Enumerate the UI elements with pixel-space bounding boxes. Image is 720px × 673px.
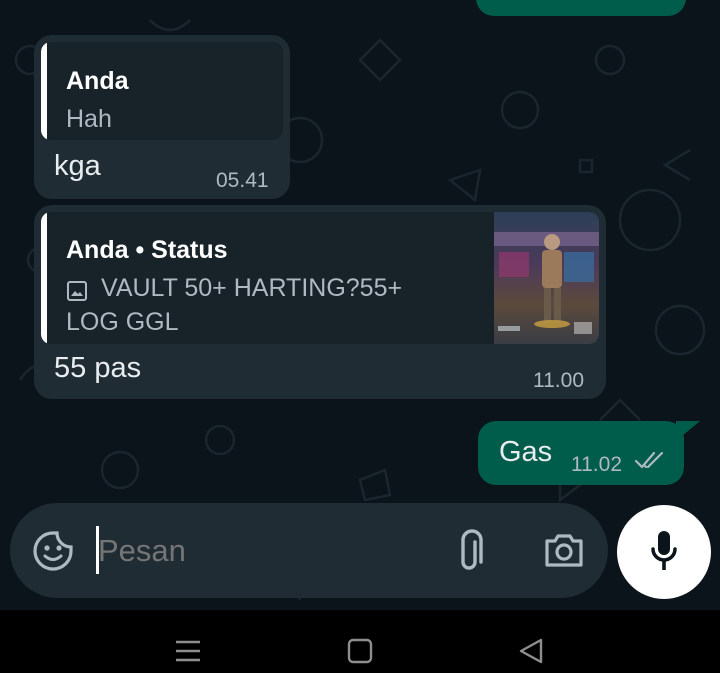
- mic-icon: [650, 529, 678, 575]
- bubble-tail: [676, 421, 700, 441]
- quote-accent-bar: [41, 42, 47, 140]
- mic-button[interactable]: [617, 505, 711, 599]
- chat-area[interactable]: Anda Hah kga 05.41 Anda • Status VAULT 5…: [0, 0, 720, 610]
- message-text: 55 pas: [54, 352, 142, 384]
- sticker-icon[interactable]: [32, 530, 74, 572]
- quote-text: Hah: [66, 105, 112, 133]
- quote-sender-name: Anda: [66, 67, 129, 95]
- image-icon: [66, 280, 88, 302]
- home-icon[interactable]: [347, 638, 373, 664]
- back-icon[interactable]: [517, 637, 545, 665]
- message-input[interactable]: [96, 525, 420, 577]
- quote-text-line-1: VAULT 50+ HARTING?55+: [101, 274, 403, 302]
- message-time: 05.41: [216, 169, 269, 192]
- incoming-message-2[interactable]: Anda • Status VAULT 50+ HARTING?55+ LOG …: [34, 205, 606, 399]
- quote-text-line-2: LOG GGL: [66, 308, 179, 336]
- system-navigation-bar: [0, 610, 720, 673]
- quote-accent-bar: [41, 212, 47, 344]
- incoming-message-1[interactable]: Anda Hah kga 05.41: [34, 35, 290, 199]
- message-time: 11.02: [571, 453, 622, 476]
- quote-sender-name: Anda • Status: [66, 236, 228, 264]
- message-text: Gas: [499, 436, 553, 468]
- menu-icon[interactable]: [175, 639, 201, 663]
- message-composer[interactable]: [10, 503, 608, 598]
- paperclip-icon[interactable]: [455, 528, 489, 574]
- previous-outgoing-bubble[interactable]: [476, 0, 686, 16]
- status-thumbnail[interactable]: [494, 212, 599, 344]
- outgoing-message[interactable]: Gas 11.02: [478, 421, 684, 485]
- message-text: kga: [54, 150, 101, 182]
- double-check-icon: [634, 449, 666, 471]
- camera-icon[interactable]: [543, 532, 585, 568]
- quoted-message[interactable]: Anda Hah: [41, 42, 283, 140]
- quoted-status[interactable]: Anda • Status VAULT 50+ HARTING?55+ LOG …: [41, 212, 599, 344]
- message-time: 11.00: [533, 369, 584, 392]
